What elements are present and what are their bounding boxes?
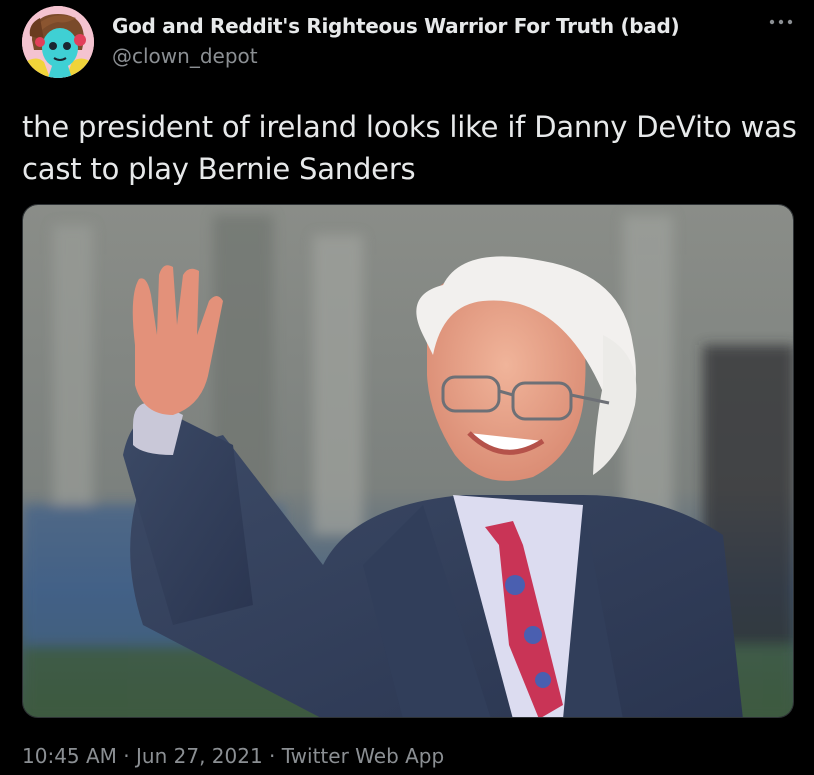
- tweet-meta: 10:45 AM · Jun 27, 2021 · Twitter Web Ap…: [22, 744, 444, 768]
- tweet-text: the president of ireland looks like if D…: [22, 110, 797, 186]
- tweet: God and Reddit's Righteous Warrior For T…: [0, 0, 814, 775]
- photo-image: [23, 205, 793, 717]
- more-horizontal-icon: [769, 19, 793, 25]
- avatar[interactable]: [22, 6, 94, 78]
- tweet-time[interactable]: 10:45 AM: [22, 744, 117, 768]
- meta-separator: ·: [262, 744, 282, 768]
- more-options-button[interactable]: [764, 10, 798, 34]
- tweet-photo[interactable]: [22, 204, 794, 718]
- author-handle[interactable]: @clown_depot: [112, 44, 258, 68]
- author-display-name[interactable]: God and Reddit's Righteous Warrior For T…: [112, 14, 680, 38]
- tweet-date[interactable]: Jun 27, 2021: [136, 744, 263, 768]
- avatar-image: [22, 6, 94, 78]
- tweet-source[interactable]: Twitter Web App: [282, 744, 444, 768]
- meta-separator: ·: [116, 744, 137, 768]
